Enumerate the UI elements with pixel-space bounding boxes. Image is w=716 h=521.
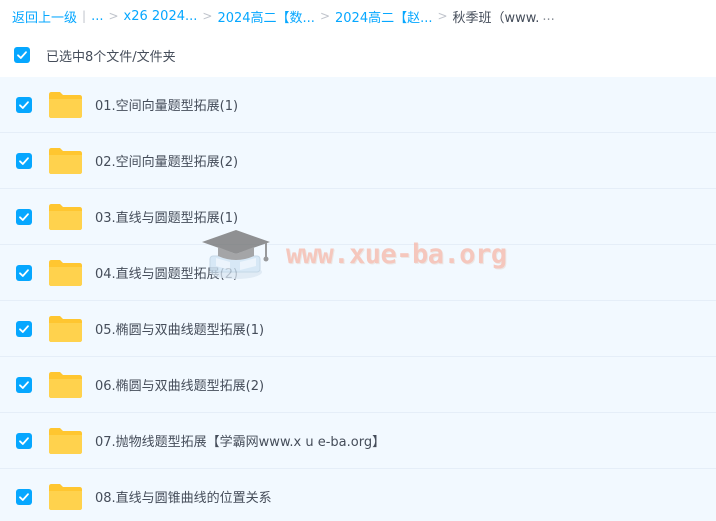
breadcrumb-item[interactable]: x26 2024... <box>124 9 198 24</box>
row-checkbox[interactable] <box>16 320 32 337</box>
folder-icon <box>49 204 82 230</box>
file-row[interactable]: 07.抛物线题型拓展【学霸网www.x u e-ba.org】 <box>0 413 716 469</box>
file-name[interactable]: 08.直线与圆锥曲线的位置关系 <box>95 487 272 506</box>
breadcrumb-current-ellipsis: ... <box>542 8 555 24</box>
folder-icon <box>49 260 82 286</box>
row-checkbox[interactable] <box>16 152 32 169</box>
breadcrumb-ellipsis[interactable]: ... <box>91 9 103 24</box>
checkmark-icon <box>19 380 29 389</box>
checkmark-icon <box>19 212 29 221</box>
folder-icon <box>49 484 82 510</box>
file-name[interactable]: 05.椭圆与双曲线题型拓展(1) <box>95 319 264 338</box>
file-name[interactable]: 07.抛物线题型拓展【学霸网www.x u e-ba.org】 <box>95 431 385 450</box>
breadcrumb-current: 秋季班（www. <box>452 10 540 26</box>
file-name[interactable]: 06.椭圆与双曲线题型拓展(2) <box>95 375 264 394</box>
file-name[interactable]: 02.空间向量题型拓展(2) <box>95 151 238 170</box>
row-checkbox[interactable] <box>16 208 32 225</box>
row-checkbox[interactable] <box>16 376 32 393</box>
breadcrumb: 返回上一级 | ... > x26 2024... > 2024高二【数... … <box>12 6 555 26</box>
file-row[interactable]: 04.直线与圆题型拓展(2) <box>0 245 716 301</box>
file-row[interactable]: 05.椭圆与双曲线题型拓展(1) <box>0 301 716 357</box>
checkmark-icon <box>19 156 29 165</box>
folder-icon <box>49 316 82 342</box>
checkmark-icon <box>19 492 29 501</box>
folder-icon <box>49 92 82 118</box>
file-row[interactable]: 08.直线与圆锥曲线的位置关系 <box>0 469 716 521</box>
chevron-right-icon: > <box>319 9 330 23</box>
folder-icon <box>49 372 82 398</box>
row-checkbox[interactable] <box>16 264 32 281</box>
checkmark-icon <box>19 436 29 445</box>
file-list: 01.空间向量题型拓展(1) 02.空间向量题型拓展(2) 03.直线与圆题型拓… <box>0 77 716 521</box>
breadcrumb-item[interactable]: 2024高二【数... <box>217 7 314 26</box>
breadcrumb-item[interactable]: 2024高二【赵... <box>335 7 432 26</box>
row-checkbox[interactable] <box>16 488 32 505</box>
back-link[interactable]: 返回上一级 <box>12 7 77 26</box>
selection-count: 已选中8个文件/文件夹 <box>46 49 176 65</box>
breadcrumb-divider: | <box>82 9 87 23</box>
checkmark-icon <box>19 324 29 333</box>
checkmark-icon <box>17 51 27 59</box>
file-row[interactable]: 02.空间向量题型拓展(2) <box>0 133 716 189</box>
row-checkbox[interactable] <box>16 432 32 449</box>
file-row[interactable]: 06.椭圆与双曲线题型拓展(2) <box>0 357 716 413</box>
file-name[interactable]: 01.空间向量题型拓展(1) <box>95 95 238 114</box>
selection-bar: 已选中8个文件/文件夹 <box>14 44 176 66</box>
file-browser: 返回上一级 | ... > x26 2024... > 2024高二【数... … <box>0 0 716 521</box>
select-all-checkbox[interactable] <box>14 47 30 63</box>
checkmark-icon <box>19 268 29 277</box>
checkmark-icon <box>19 100 29 109</box>
chevron-right-icon: > <box>202 9 213 23</box>
folder-icon <box>49 428 82 454</box>
chevron-right-icon: > <box>108 9 119 23</box>
file-row[interactable]: 01.空间向量题型拓展(1) <box>0 77 716 133</box>
chevron-right-icon: > <box>437 9 448 23</box>
file-name[interactable]: 04.直线与圆题型拓展(2) <box>95 263 238 282</box>
row-checkbox[interactable] <box>16 96 32 113</box>
file-name[interactable]: 03.直线与圆题型拓展(1) <box>95 207 238 226</box>
file-row[interactable]: 03.直线与圆题型拓展(1) <box>0 189 716 245</box>
folder-icon <box>49 148 82 174</box>
